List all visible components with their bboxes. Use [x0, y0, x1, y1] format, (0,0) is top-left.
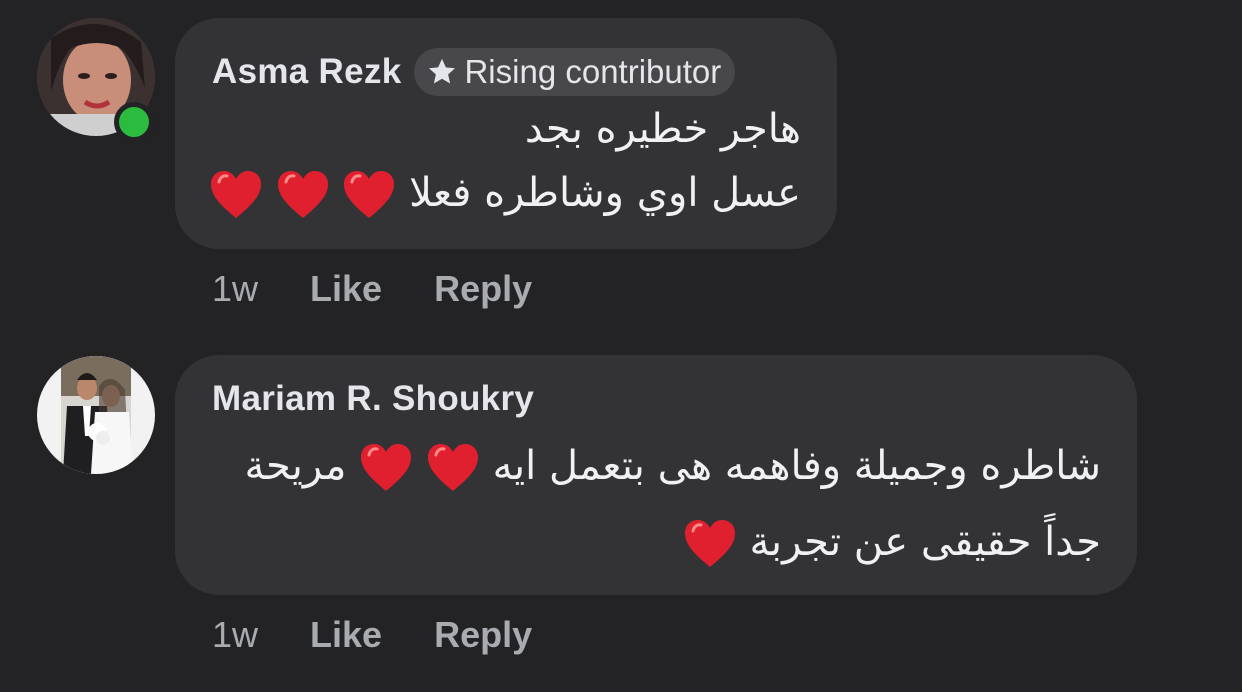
heart-emoji	[277, 171, 328, 218]
comment-actions: 1w Like Reply	[212, 268, 532, 310]
heart-emoji	[344, 171, 395, 218]
avatar[interactable]	[37, 356, 155, 474]
reply-button[interactable]: Reply	[434, 614, 532, 656]
comment-text: جداً حقيقى عن تجربة	[749, 519, 1101, 565]
comment-text-line-2: عسل اوي وشاطره فعلا	[209, 170, 801, 220]
badge-label: Rising contributor	[464, 53, 722, 90]
comment-text: هاجر خطيره بجد	[524, 106, 801, 152]
author-name[interactable]: Mariam R. Shoukry	[212, 379, 534, 419]
heart-emoji-group	[209, 170, 396, 218]
comment-text: عسل اوي وشاطره فعلا	[409, 170, 801, 216]
timestamp[interactable]: 1w	[212, 614, 258, 656]
comment-text-line-1: هاجر خطيره بجد	[525, 106, 801, 152]
comment-bubble[interactable]: Mariam R. Shoukry شاطره وجميلة وفاهمه هى…	[175, 355, 1137, 595]
heart-emoji	[684, 520, 735, 567]
comment-text-line-2: جداً حقيقى عن تجربة	[683, 519, 1101, 569]
reply-button[interactable]: Reply	[434, 268, 532, 310]
like-button[interactable]: Like	[310, 614, 382, 656]
author-name[interactable]: Asma Rezk	[212, 52, 401, 92]
comment-text-line-1: شاطره وجميلة وفاهمه هى بتعمل ايه مريحة	[245, 443, 1101, 493]
contributor-badge[interactable]: Rising contributor	[414, 48, 736, 96]
heart-emoji-group	[346, 443, 479, 491]
comment-text: مريحة	[244, 443, 347, 489]
star-icon	[429, 58, 456, 84]
comment-bubble[interactable]: Asma Rezk Rising contributor هاجر خطيره …	[175, 18, 837, 249]
comment-actions: 1w Like Reply	[212, 614, 532, 656]
heart-emoji	[427, 444, 478, 491]
comment-text: شاطره وجميلة وفاهمه هى بتعمل ايه	[492, 443, 1101, 489]
heart-emoji	[210, 171, 261, 218]
heart-emoji	[361, 444, 412, 491]
timestamp[interactable]: 1w	[212, 268, 258, 310]
like-button[interactable]: Like	[310, 268, 382, 310]
online-status-dot	[114, 102, 154, 142]
